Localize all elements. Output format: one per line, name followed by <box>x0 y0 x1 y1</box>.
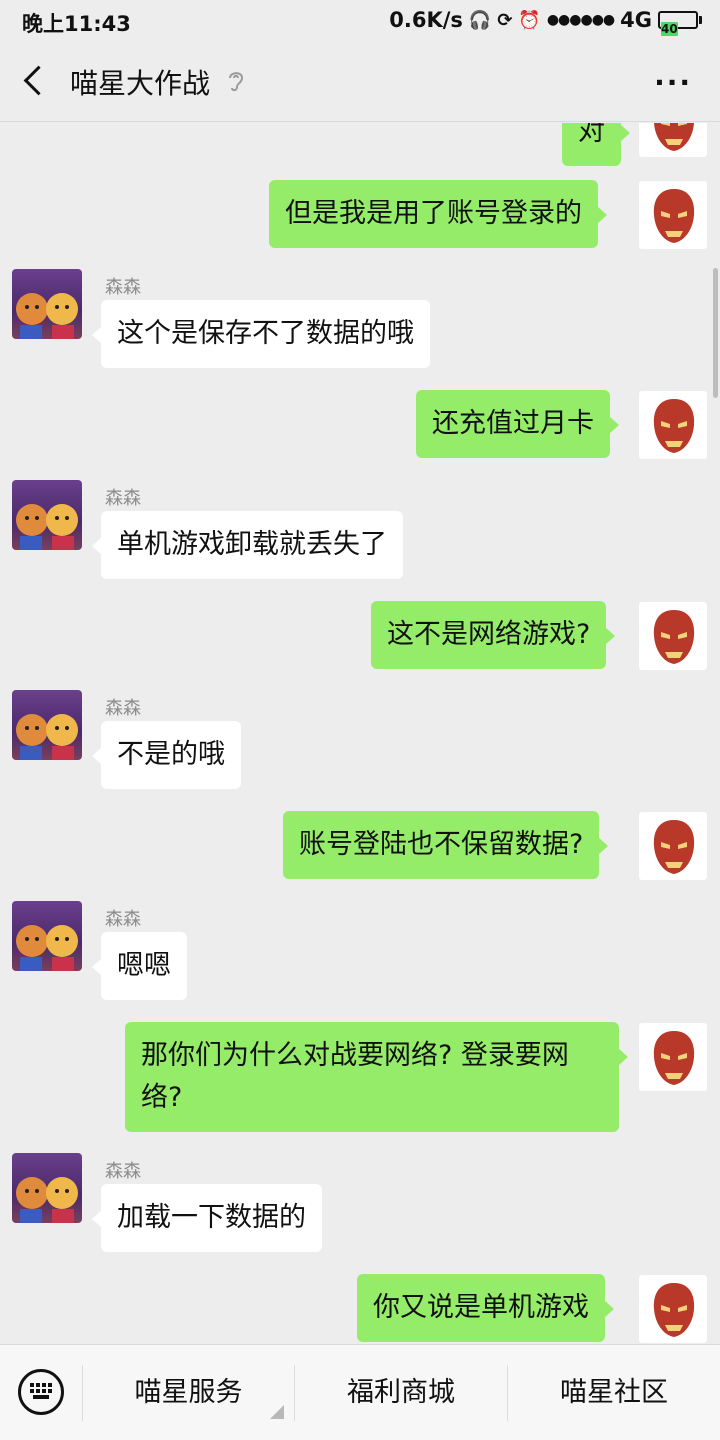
sender-name: 森森 <box>105 488 141 509</box>
menu-tab-label: 福利商城 <box>347 1377 455 1408</box>
submenu-indicator-icon <box>270 1405 284 1419</box>
more-button[interactable]: ··· <box>654 66 692 99</box>
self-avatar[interactable] <box>638 811 708 881</box>
signal-dots: ●●●●●● <box>546 12 615 28</box>
contact-avatar[interactable] <box>12 901 82 971</box>
battery-icon: 40 <box>658 11 702 36</box>
ear-icon <box>229 72 244 92</box>
sender-name: 森森 <box>105 909 141 930</box>
message-bubble-self[interactable]: 你又说是单机游戏 <box>357 1274 614 1342</box>
bottom-menu: 喵星服务 福利商城 喵星社区 <box>0 1344 720 1440</box>
contact-avatar[interactable] <box>12 1153 82 1223</box>
message-bubble-other[interactable]: 嗯嗯 <box>92 932 187 1000</box>
message-bubble-self[interactable]: 还充值过月卡 <box>416 390 619 458</box>
message-bubble-self[interactable]: 账号登陆也不保留数据? <box>283 811 609 879</box>
network-speed: 0.6K/s <box>389 8 463 32</box>
headset-icon: 🎧 <box>468 9 492 31</box>
chat-title: 喵星大作战 <box>70 67 211 100</box>
scrollbar[interactable] <box>713 268 718 398</box>
message-bubble-other[interactable]: 不是的哦 <box>92 721 241 789</box>
alarm-icon: ⏰ <box>518 9 541 31</box>
contact-avatar[interactable] <box>12 269 82 339</box>
contact-avatar[interactable] <box>12 480 82 550</box>
self-avatar[interactable] <box>638 1274 708 1344</box>
self-avatar[interactable] <box>638 180 708 250</box>
message-bubble-other[interactable]: 加载一下数据的 <box>92 1184 322 1252</box>
keyboard-icon <box>30 1383 52 1401</box>
menu-tab-community[interactable]: 喵星社区 <box>507 1365 720 1421</box>
back-button[interactable] <box>18 62 54 102</box>
status-bar: 晚上11:43 0.6K/s 🎧 ⟳ ⏰ ●●●●●● 4G 40 <box>0 0 720 42</box>
battery-level: 40 <box>661 22 678 36</box>
self-avatar[interactable] <box>638 1022 708 1092</box>
menu-tab-service[interactable]: 喵星服务 <box>82 1365 294 1421</box>
menu-tab-label: 喵星服务 <box>134 1377 243 1408</box>
sender-name: 森森 <box>105 698 141 719</box>
sender-name: 森森 <box>105 277 141 298</box>
message-bubble-other[interactable]: 这个是保存不了数据的哦 <box>92 300 430 368</box>
status-right: 0.6K/s 🎧 ⟳ ⏰ ●●●●●● 4G 40 <box>389 8 702 36</box>
message-bubble-self[interactable]: 但是我是用了账号登录的 <box>269 180 607 248</box>
message-bubble-self[interactable]: 这不是网络游戏? <box>371 601 616 669</box>
contact-avatar[interactable] <box>12 690 82 760</box>
message-bubble-self[interactable]: 那你们为什么对战要网络? 登录要网络? <box>125 1022 628 1132</box>
chat-area[interactable]: 对 但是我是用了账号登录的 森森 这个是保存不了数据的哦 还充值过月卡 森森 单… <box>0 123 720 1344</box>
sync-icon: ⟳ <box>497 9 513 31</box>
menu-tab-label: 喵星社区 <box>560 1377 668 1408</box>
network-type: 4G <box>620 8 652 32</box>
status-time: 晚上11:43 <box>22 12 131 36</box>
self-avatar[interactable] <box>638 123 708 158</box>
self-avatar[interactable] <box>638 390 708 460</box>
sender-name: 森森 <box>105 1161 141 1182</box>
message-bubble-other[interactable]: 单机游戏卸载就丢失了 <box>92 511 403 579</box>
keyboard-toggle-button[interactable] <box>18 1369 64 1415</box>
self-avatar[interactable] <box>638 601 708 671</box>
nav-bar: 喵星大作战 ··· <box>0 42 720 122</box>
menu-tab-shop[interactable]: 福利商城 <box>294 1365 507 1421</box>
message-bubble-self[interactable]: 对 <box>562 123 630 166</box>
